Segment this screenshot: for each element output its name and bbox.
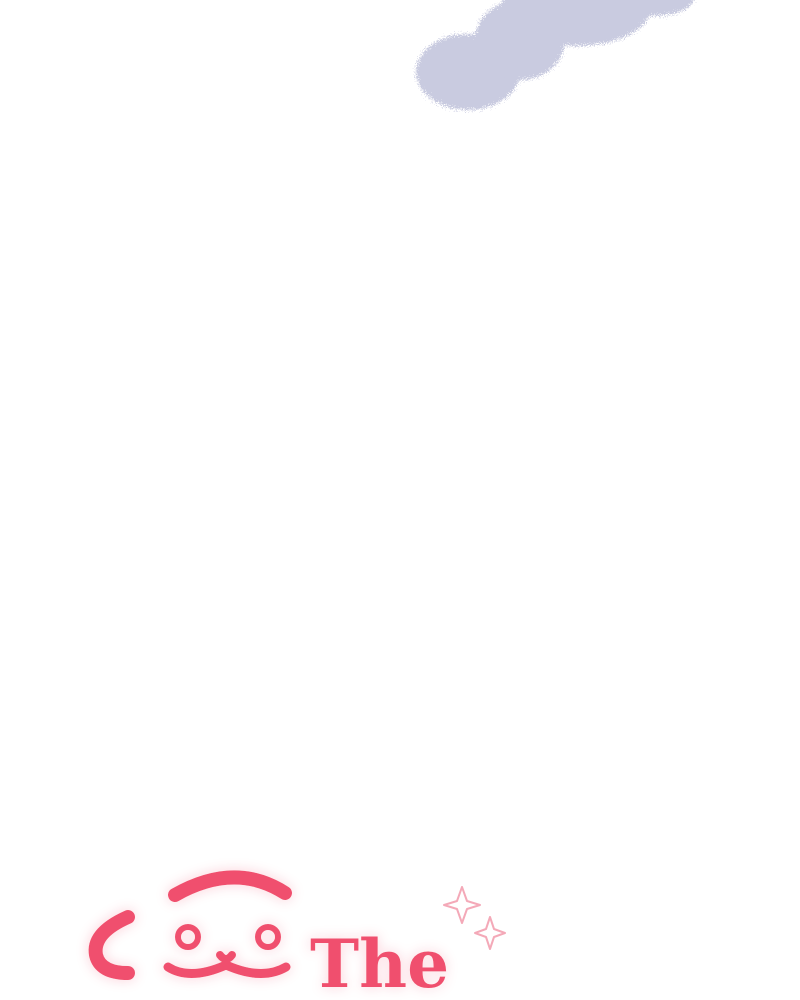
logo-arc-shape — [168, 870, 292, 902]
comic-panel: The — [0, 0, 800, 1000]
logo-eye-right — [255, 924, 281, 950]
logo-word: The — [310, 925, 449, 1000]
series-logo: The — [70, 855, 520, 1000]
sparkle-icon — [443, 886, 481, 924]
sparkle-icon — [474, 916, 506, 950]
logo-eye-left — [175, 924, 201, 950]
logo-mouth-shape — [163, 960, 291, 979]
logo-curl-shape — [88, 910, 135, 980]
logo-nose-shape — [216, 951, 236, 963]
fuzzy-blob-decoration — [400, 0, 700, 140]
